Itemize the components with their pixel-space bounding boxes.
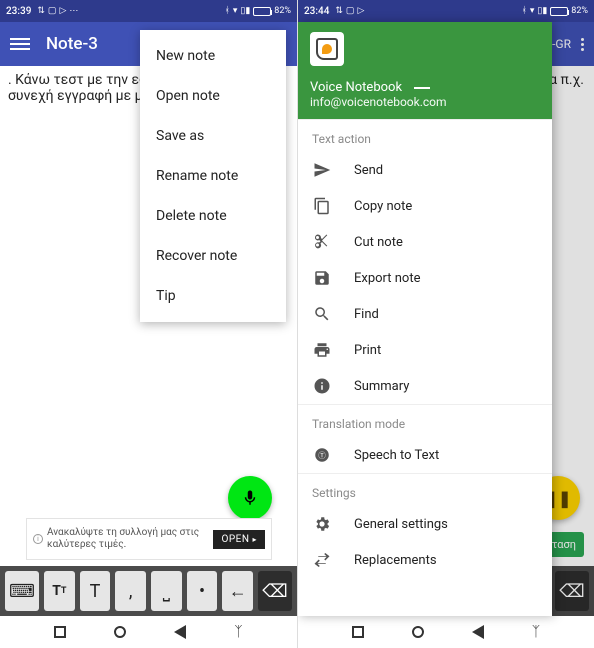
status-right-icons: ᚼ ▾ ▯▮ 82% bbox=[224, 6, 291, 16]
drawer-find[interactable]: Find bbox=[298, 296, 552, 332]
nav-recents-icon[interactable] bbox=[54, 626, 66, 638]
swap-icon bbox=[312, 551, 332, 569]
keyboard-toolbar: ⌨ TT T , ⎵ • ← ⌫ bbox=[0, 566, 297, 616]
drawer-general-settings[interactable]: General settings bbox=[298, 506, 552, 542]
menu-rename-note[interactable]: Rename note bbox=[140, 156, 286, 196]
battery-text: 82% bbox=[571, 6, 588, 16]
status-time: 23:39 bbox=[6, 6, 31, 17]
nav-recents-icon[interactable] bbox=[352, 626, 364, 638]
drawer-email: info@voicenotebook.com bbox=[310, 95, 540, 109]
drawer-replacements[interactable]: Replacements bbox=[298, 542, 552, 578]
print-icon bbox=[312, 341, 332, 359]
app-title: Note-3 bbox=[46, 34, 98, 54]
nav-accessibility-icon[interactable]: ᛉ bbox=[532, 624, 540, 640]
bluetooth-icon: ᚼ bbox=[224, 6, 229, 16]
save-icon bbox=[312, 269, 332, 287]
bluetooth-icon: ᚼ bbox=[521, 6, 526, 16]
nav-accessibility-icon[interactable]: ᛉ bbox=[234, 624, 242, 640]
ad-info-icon[interactable]: i bbox=[33, 534, 43, 544]
screen-left: 23:39 ⇅▢▷⋯ ᚼ ▾ ▯▮ 82% Note-3 . Κάνω τεστ… bbox=[0, 0, 297, 648]
menu-delete-note[interactable]: Delete note bbox=[140, 196, 286, 236]
screen-right: 23:44 ⇅▢▷ ᚼ ▾ ▯▮ 82% EL-GR ρματα π.χ. ❚❚… bbox=[297, 0, 594, 648]
menu-open-note[interactable]: Open note bbox=[140, 76, 286, 116]
battery-icon bbox=[550, 7, 568, 16]
app-logo-icon bbox=[310, 32, 344, 66]
menu-save-as[interactable]: Save as bbox=[140, 116, 286, 156]
hamburger-icon[interactable] bbox=[10, 38, 30, 50]
key-dot[interactable]: • bbox=[187, 571, 218, 611]
account-dropdown-icon[interactable] bbox=[414, 87, 430, 89]
signal-icon: ▯▮ bbox=[240, 6, 250, 16]
drawer-cut[interactable]: Cut note bbox=[298, 224, 552, 260]
drawer-summary[interactable]: Summary bbox=[298, 368, 552, 404]
ad-open-button[interactable]: OPEN bbox=[213, 530, 265, 549]
drawer-header: Voice Notebook info@voicenotebook.com bbox=[298, 22, 552, 119]
menu-recover-note[interactable]: Recover note bbox=[140, 236, 286, 276]
ad-banner[interactable]: i Ανακαλύψτε τη συλλογή μας στις καλύτερ… bbox=[26, 518, 272, 560]
wifi-icon: ▾ bbox=[530, 6, 535, 16]
key-comma[interactable]: , bbox=[115, 571, 146, 611]
nav-bar: ᛉ bbox=[298, 616, 594, 648]
svg-text:Ⓣ: Ⓣ bbox=[318, 451, 326, 460]
overflow-menu: New note Open note Save as Rename note D… bbox=[140, 30, 286, 322]
copy-icon bbox=[312, 197, 332, 215]
search-icon bbox=[312, 305, 332, 323]
translate-icon: Ⓣ bbox=[312, 446, 332, 464]
mic-icon bbox=[241, 489, 259, 507]
status-right-icons: ᚼ ▾ ▯▮ 82% bbox=[521, 6, 588, 16]
cut-icon bbox=[312, 233, 332, 251]
info-icon bbox=[312, 377, 332, 395]
key-space[interactable]: ⎵ bbox=[151, 571, 182, 611]
nav-bar: ᛉ bbox=[0, 616, 297, 648]
wifi-icon: ▾ bbox=[233, 6, 238, 16]
status-bar: 23:44 ⇅▢▷ ᚼ ▾ ▯▮ 82% bbox=[298, 0, 594, 22]
status-time: 23:44 bbox=[304, 6, 329, 17]
battery-icon bbox=[253, 7, 271, 16]
ad-text: Ανακαλύψτε τη συλλογή μας στις καλύτερες… bbox=[47, 527, 213, 551]
status-left-icons: ⇅▢▷⋯ bbox=[37, 6, 78, 16]
key-t[interactable]: T bbox=[80, 571, 111, 611]
gear-icon bbox=[312, 515, 332, 533]
nav-back-icon[interactable] bbox=[472, 625, 484, 639]
nav-home-icon[interactable] bbox=[412, 626, 424, 638]
nav-drawer: Voice Notebook info@voicenotebook.com Te… bbox=[298, 22, 552, 616]
key-delete[interactable]: ⌫ bbox=[258, 571, 292, 611]
status-left-icons: ⇅▢▷ bbox=[335, 6, 364, 16]
key-kbd[interactable]: ⌨ bbox=[5, 571, 39, 611]
nav-home-icon[interactable] bbox=[114, 626, 126, 638]
battery-text: 82% bbox=[274, 6, 291, 16]
key-textsize[interactable]: TT bbox=[44, 571, 75, 611]
menu-tip[interactable]: Tip bbox=[140, 276, 286, 316]
mic-fab[interactable] bbox=[228, 476, 272, 520]
section-settings: Settings bbox=[298, 473, 552, 506]
drawer-copy[interactable]: Copy note bbox=[298, 188, 552, 224]
key-back[interactable]: ← bbox=[222, 571, 253, 611]
drawer-speech-to-text[interactable]: ⓉSpeech to Text bbox=[298, 437, 552, 473]
section-text-action: Text action bbox=[298, 119, 552, 152]
status-bar: 23:39 ⇅▢▷⋯ ᚼ ▾ ▯▮ 82% bbox=[0, 0, 297, 22]
drawer-export[interactable]: Export note bbox=[298, 260, 552, 296]
drawer-print[interactable]: Print bbox=[298, 332, 552, 368]
send-icon bbox=[312, 161, 332, 179]
drawer-send[interactable]: Send bbox=[298, 152, 552, 188]
drawer-app-name: Voice Notebook bbox=[310, 80, 402, 95]
menu-new-note[interactable]: New note bbox=[140, 36, 286, 76]
nav-back-icon[interactable] bbox=[174, 625, 186, 639]
section-translation: Translation mode bbox=[298, 404, 552, 437]
signal-icon: ▯▮ bbox=[537, 6, 547, 16]
